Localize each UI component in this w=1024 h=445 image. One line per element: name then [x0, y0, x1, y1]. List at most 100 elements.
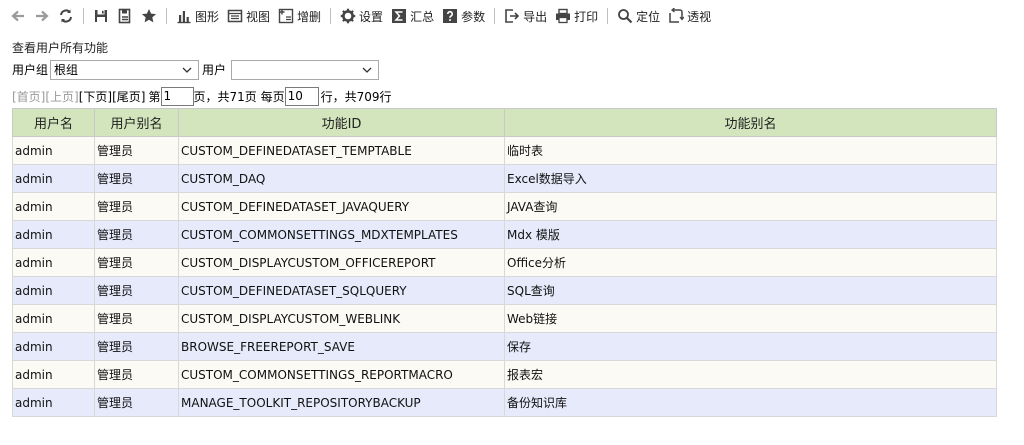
view-button[interactable]: 视图	[223, 5, 274, 27]
column-header[interactable]: 用户名	[12, 108, 95, 137]
table-header-row: 用户名 用户别名 功能ID 功能别名	[12, 108, 997, 137]
table-row[interactable]: admin 管理员 CUSTOM_DISPLAYCUSTOM_OFFICEREP…	[12, 248, 997, 277]
toolbar-separator	[83, 8, 84, 24]
table-cell: MANAGE_TOOLKIT_REPOSITORYBACKUP	[178, 388, 505, 417]
last-page-link[interactable]: [尾页]	[112, 88, 145, 105]
table-cell: CUSTOM_DAQ	[178, 164, 505, 193]
table-cell: admin	[12, 304, 95, 333]
table-cell: admin	[12, 248, 95, 277]
next-page-link[interactable]: [下页]	[79, 88, 112, 105]
user-label: 用户	[202, 63, 227, 77]
table-cell: 管理员	[94, 360, 179, 389]
table-cell: admin	[12, 276, 95, 305]
print-icon	[556, 8, 571, 24]
favorite-button[interactable]	[137, 5, 161, 27]
table-cell: 管理员	[94, 220, 179, 249]
table-row[interactable]: admin 管理员 CUSTOM_COMMONSETTINGS_MDXTEMPL…	[12, 220, 997, 249]
column-header[interactable]: 功能ID	[178, 108, 505, 137]
table-row[interactable]: admin 管理员 CUSTOM_DAQ Excel数据导入	[12, 164, 997, 193]
toolbar-separator	[330, 8, 332, 24]
chevron-down-icon	[362, 67, 372, 73]
table-cell: 临时表	[504, 136, 997, 165]
table-cell: 管理员	[94, 136, 179, 165]
table-cell: 管理员	[94, 304, 179, 333]
table-cell: 备份知识库	[504, 388, 997, 417]
settings-button[interactable]: 设置	[336, 5, 387, 27]
table-cell: CUSTOM_DISPLAYCUSTOM_WEBLINK	[178, 304, 505, 333]
page-caption: 查看用户所有功能	[12, 41, 109, 55]
table-cell: admin	[12, 220, 95, 249]
user-group-value: 根组	[54, 63, 79, 77]
table-row[interactable]: admin 管理员 CUSTOM_DISPLAYCUSTOM_WEBLINK W…	[12, 304, 997, 333]
table-cell: CUSTOM_COMMONSETTINGS_REPORTMACRO	[178, 360, 505, 389]
table-cell: BROWSE_FREEREPORT_SAVE	[178, 332, 505, 361]
column-header[interactable]: 用户别名	[94, 108, 179, 137]
table-cell: 管理员	[94, 192, 179, 221]
toolbar: 图形 视图 增删 设置 汇总 参数 导出 打印 定位 透视	[0, 0, 1024, 32]
sum-button[interactable]: 汇总	[387, 5, 438, 27]
table-cell: SQL查询	[504, 276, 997, 305]
chart-button[interactable]: 图形	[172, 5, 223, 27]
table-cell: 管理员	[94, 332, 179, 361]
page-size-input[interactable]: 10	[284, 86, 319, 106]
table-cell: admin	[12, 388, 95, 417]
table-cell: CUSTOM_DEFINEDATASET_JAVAQUERY	[178, 192, 505, 221]
add-delete-button[interactable]: 增删	[274, 5, 325, 27]
forward-button[interactable]	[30, 5, 54, 27]
table-cell: CUSTOM_DISPLAYCUSTOM_OFFICEREPORT	[178, 248, 505, 277]
table-cell: JAVA查询	[504, 192, 997, 221]
save-as-button[interactable]	[113, 5, 137, 27]
table-cell: admin	[12, 136, 95, 165]
table-cell: 管理员	[94, 276, 179, 305]
pivot-label: 透视	[687, 9, 712, 24]
locate-button[interactable]: 定位	[613, 5, 664, 27]
param-button[interactable]: 参数	[438, 5, 489, 27]
user-group-select[interactable]: 根组	[50, 59, 200, 80]
save-button[interactable]	[89, 5, 113, 27]
add-delete-icon	[278, 8, 294, 24]
save-as-icon	[118, 8, 131, 24]
toolbar-separator	[166, 8, 167, 24]
chevron-down-icon	[182, 67, 192, 73]
print-button[interactable]: 打印	[551, 5, 602, 27]
user-select[interactable]	[231, 59, 380, 80]
refresh-icon	[60, 9, 72, 23]
pivot-button[interactable]: 透视	[664, 5, 715, 27]
table-cell: 管理员	[94, 164, 179, 193]
save-icon	[95, 10, 107, 22]
back-button[interactable]	[6, 5, 30, 27]
add-delete-label: 增删	[297, 9, 322, 24]
forward-icon	[36, 10, 49, 22]
view-label: 视图	[246, 9, 271, 24]
refresh-button[interactable]	[54, 5, 78, 27]
table-cell: Office分析	[504, 248, 997, 277]
export-button[interactable]: 导出	[500, 5, 551, 27]
table-cell: admin	[12, 192, 95, 221]
chart-icon	[177, 11, 191, 24]
table-row[interactable]: admin 管理员 MANAGE_TOOLKIT_REPOSITORYBACKU…	[12, 388, 997, 417]
column-header[interactable]: 功能别名	[504, 108, 997, 137]
table-row[interactable]: admin 管理员 CUSTOM_COMMONSETTINGS_REPORTMA…	[12, 360, 997, 389]
table-cell: Mdx 模版	[504, 220, 997, 249]
table-cell: CUSTOM_DEFINEDATASET_SQLQUERY	[178, 276, 505, 305]
print-label: 打印	[574, 9, 599, 24]
view-icon	[227, 9, 243, 23]
table-row[interactable]: admin 管理员 CUSTOM_DEFINEDATASET_SQLQUERY …	[12, 276, 997, 305]
prev-page-link[interactable]: [上页]	[45, 88, 78, 105]
table-cell: 管理员	[94, 388, 179, 417]
back-icon	[11, 10, 24, 22]
table-row[interactable]: admin 管理员 CUSTOM_DEFINEDATASET_JAVAQUERY…	[12, 192, 997, 221]
table-row[interactable]: admin 管理员 CUSTOM_DEFINEDATASET_TEMPTABLE…	[12, 136, 997, 165]
locate-icon	[618, 9, 633, 24]
page-prefix-text: 第	[148, 89, 161, 104]
sum-icon	[392, 9, 407, 23]
table-cell: admin	[12, 360, 95, 389]
pager: [首页] [上页] [下页] [尾页] 第 1 页，共71页 每页 10 行，共…	[12, 86, 392, 106]
table-cell: admin	[12, 164, 95, 193]
locate-label: 定位	[636, 9, 661, 24]
first-page-link[interactable]: [首页]	[12, 88, 45, 105]
table-row[interactable]: admin 管理员 BROWSE_FREEREPORT_SAVE 保存	[12, 332, 997, 361]
param-icon	[443, 9, 458, 23]
page-number-input[interactable]: 1	[160, 86, 194, 106]
table-cell: Excel数据导入	[504, 164, 997, 193]
